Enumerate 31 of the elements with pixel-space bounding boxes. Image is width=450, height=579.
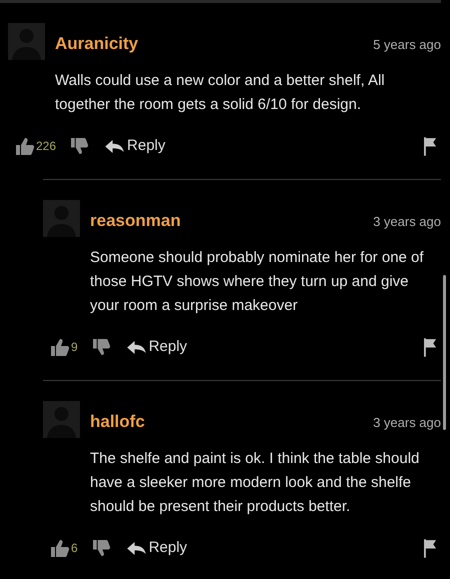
thumbs-down-icon[interactable] bbox=[92, 540, 111, 556]
reply-arrow-icon bbox=[126, 340, 146, 354]
comment-text: Walls could use a new color and a better shelf, All together the room gets a solid 6/10 for design. bbox=[55, 71, 386, 115]
flag-icon[interactable] bbox=[424, 538, 437, 558]
username[interactable]: reasonman bbox=[90, 208, 374, 234]
comment-text: Someone should probably nominate her for one of those HGTV shows where they turn up and give your room a surprise makeover bbox=[90, 248, 425, 316]
username[interactable]: Auranicity bbox=[55, 30, 374, 56]
like-count: 226 bbox=[36, 138, 56, 155]
reply-button[interactable]: Reply bbox=[126, 536, 188, 560]
scrollbar[interactable] bbox=[443, 275, 446, 430]
timestamp: 3 years ago bbox=[373, 213, 441, 231]
avatar-icon bbox=[43, 401, 80, 438]
flag-icon[interactable] bbox=[424, 338, 437, 356]
like-count: 9 bbox=[71, 339, 78, 356]
reply-arrow-icon bbox=[105, 140, 124, 152]
reply-arrow-icon bbox=[126, 542, 146, 554]
like-count: 6 bbox=[71, 540, 78, 557]
comment-text: The shelfe and paint is ok. I think the table should have a sleeker more modern look and the shelfe should be present their products better. bbox=[90, 449, 420, 517]
thumbs-up-icon[interactable] bbox=[50, 539, 70, 557]
flag-icon[interactable] bbox=[424, 136, 437, 156]
reply-button[interactable]: Reply bbox=[105, 134, 166, 158]
thumbs-up-icon[interactable] bbox=[50, 338, 70, 356]
avatar-icon bbox=[43, 200, 80, 237]
username[interactable]: hallofc bbox=[90, 408, 374, 434]
timestamp: 3 years ago bbox=[373, 414, 441, 432]
reply-button[interactable]: Reply bbox=[126, 336, 188, 358]
thumbs-down-icon[interactable] bbox=[70, 138, 90, 154]
thumbs-up-icon[interactable] bbox=[15, 137, 35, 155]
avatar-icon bbox=[8, 23, 45, 60]
timestamp: 5 years ago bbox=[373, 36, 441, 54]
thumbs-down-icon[interactable] bbox=[92, 338, 111, 356]
